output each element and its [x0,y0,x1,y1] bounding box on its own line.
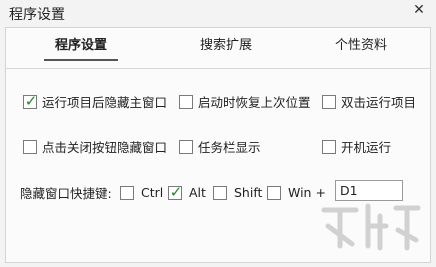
checkmark-icon: ✓ [24,91,38,110]
checkbox-label: Ctrl [141,185,164,200]
checkbox-label: 运行项目后隐藏主窗口 [42,95,168,110]
checkmark-icon: ✓ [169,182,183,201]
checkbox-hide-after-run[interactable]: ✓ 运行项目后隐藏主窗口 [23,92,167,111]
checkbox-hotkey-shift[interactable]: Shift [213,185,262,200]
tab-divider [6,68,430,69]
checkbox-box[interactable] [120,185,134,200]
watermark-logo [321,203,421,251]
tab-profile[interactable]: 个性资料 [306,28,416,63]
checkbox-taskbar-display[interactable]: 任务栏显示 [179,137,261,156]
checkbox-double-click-run[interactable]: 双击运行项目 [322,92,416,111]
checkbox-label: 双击运行项目 [341,95,417,110]
checkbox-label: 开机运行 [341,140,392,155]
tab-search-extension[interactable]: 搜索扩展 [171,28,281,63]
checkbox-autostart[interactable]: 开机运行 [322,137,391,156]
checkbox-close-hides-window[interactable]: 点击关闭按钮隐藏窗口 [23,137,167,156]
hotkey-label: 隐藏窗口快捷键: [20,186,112,201]
checkbox-box[interactable] [267,185,281,200]
window-title: 程序设置 [9,7,65,23]
checkbox-label: 启动时恢复上次位置 [198,95,311,110]
checkbox-box[interactable]: ✓ [168,182,183,201]
checkbox-box[interactable] [23,139,37,154]
checkbox-box[interactable] [213,185,227,200]
checkbox-hotkey-alt[interactable]: ✓ Alt [168,182,206,201]
active-tab-indicator [44,59,118,61]
tab-program-settings[interactable]: 程序设置 [26,28,136,63]
checkbox-box[interactable] [179,94,193,109]
checkbox-box[interactable]: ✓ [23,91,38,110]
checkbox-label: 点击关闭按钮隐藏窗口 [42,140,168,155]
checkbox-label: 任务栏显示 [198,140,261,155]
checkbox-box[interactable] [179,139,193,154]
close-icon[interactable]: ✕ [412,3,426,17]
checkbox-label: Shift [234,185,263,200]
checkbox-box[interactable] [322,139,336,154]
checkbox-restore-position[interactable]: 启动时恢复上次位置 [179,92,311,111]
checkbox-label: Alt [189,185,206,200]
checkbox-hotkey-ctrl[interactable]: Ctrl [120,185,163,200]
tab-bar: 程序设置 搜索扩展 个性资料 [6,28,430,63]
title-bar: 程序设置 ✕ [0,0,436,27]
checkbox-box[interactable] [322,94,336,109]
